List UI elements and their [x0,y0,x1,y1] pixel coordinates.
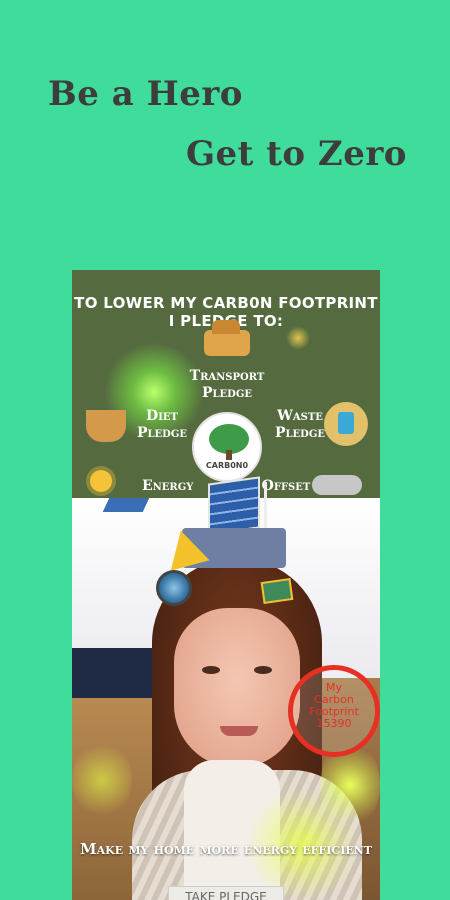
car-icon [204,320,250,356]
footprint-value: 15390 [316,717,352,730]
diet-pledge-option[interactable]: Diet Pledge [132,408,192,442]
waste-pledge-option[interactable]: Waste Pledge [268,408,332,442]
person-eye-right [254,666,272,674]
logo-text: CARB0N0 [205,461,249,470]
pledge-tagline: Make my home more energy efficient [80,840,372,858]
carbon-footprint-badge[interactable]: My Carbon Footprint 15390 [288,665,380,757]
pledge-title-line1: TO LOWER MY CARB0N FOOTPRINT [74,294,378,312]
headline-be-a-hero: Be a Hero [48,74,243,114]
take-pledge-button[interactable]: TAKE PLEDGE [168,886,284,900]
cloud-icon [312,475,362,495]
person-mouth [220,726,258,736]
tree-icon [209,424,249,460]
sun-icon [90,470,112,492]
headline-get-to-zero: Get to Zero [186,134,407,174]
footprint-text: My Carbon Footprint 15390 [293,682,375,730]
food-basket-icon [86,410,126,442]
battery-icon [260,578,294,604]
carbon-zero-logo: CARB0N0 [192,412,262,482]
solar-panel-icon [208,476,260,536]
solar-panel-icon [102,498,150,512]
person-scarf [184,760,280,900]
transport-pledge-option[interactable]: Transport Pledge [177,368,277,402]
fan-icon [156,570,192,606]
person-eye-left [202,666,220,674]
app-screen: TO LOWER MY CARB0N FOOTPRINT I PLEDGE TO… [72,270,380,900]
person-face [174,608,300,768]
